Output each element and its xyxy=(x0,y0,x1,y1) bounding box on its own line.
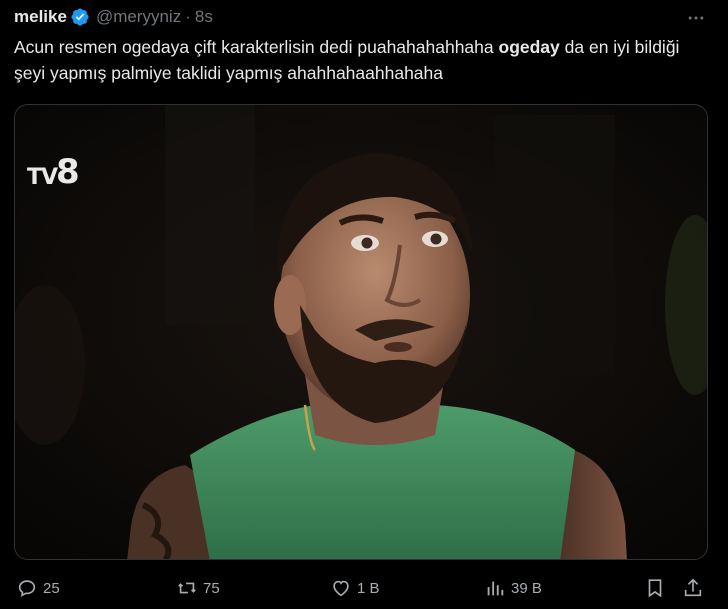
tweet-header: melike @meryyniz · 8s xyxy=(14,6,213,28)
more-icon[interactable] xyxy=(686,8,706,28)
tweet-text-bold: ogeday xyxy=(498,37,560,57)
views-button[interactable]: 39 B xyxy=(484,577,542,599)
channel-watermark: TV 8 xyxy=(27,155,80,189)
like-button[interactable]: 1 B xyxy=(330,577,380,599)
repost-count: 75 xyxy=(203,579,220,597)
tweet-media-image[interactable]: TV 8 xyxy=(14,104,708,560)
share-icon xyxy=(684,578,702,597)
channel-watermark-number: 8 xyxy=(56,152,80,192)
tweet-text: Acun resmen ogedaya çift karakterlisin d… xyxy=(14,34,714,86)
like-icon xyxy=(333,580,349,597)
tweet-timestamp[interactable]: 8s xyxy=(195,7,213,27)
views-count: 39 B xyxy=(511,579,542,597)
author-handle[interactable]: @meryyniz xyxy=(96,7,181,27)
tweet: melike @meryyniz · 8s Acun resmen ogeday… xyxy=(0,0,728,609)
media-photo xyxy=(15,105,707,559)
author-display-name[interactable]: melike xyxy=(14,7,67,27)
repost-icon xyxy=(178,582,196,594)
repost-button[interactable]: 75 xyxy=(176,577,220,599)
reply-icon xyxy=(18,580,36,597)
tweet-actions: 25 75 1 B 39 B xyxy=(0,572,728,606)
bookmark-button[interactable] xyxy=(644,577,666,599)
reply-count: 25 xyxy=(43,579,60,597)
tweet-text-part-1: Acun resmen ogedaya çift karakterlisin d… xyxy=(14,37,499,57)
verified-badge-icon xyxy=(71,8,89,26)
reply-button[interactable]: 25 xyxy=(16,577,60,599)
header-separator: · xyxy=(185,7,191,26)
views-icon xyxy=(487,581,504,596)
like-count: 1 B xyxy=(357,579,380,597)
channel-watermark-text: TV xyxy=(27,165,58,190)
bookmark-icon xyxy=(648,579,662,598)
share-button[interactable] xyxy=(682,577,704,599)
